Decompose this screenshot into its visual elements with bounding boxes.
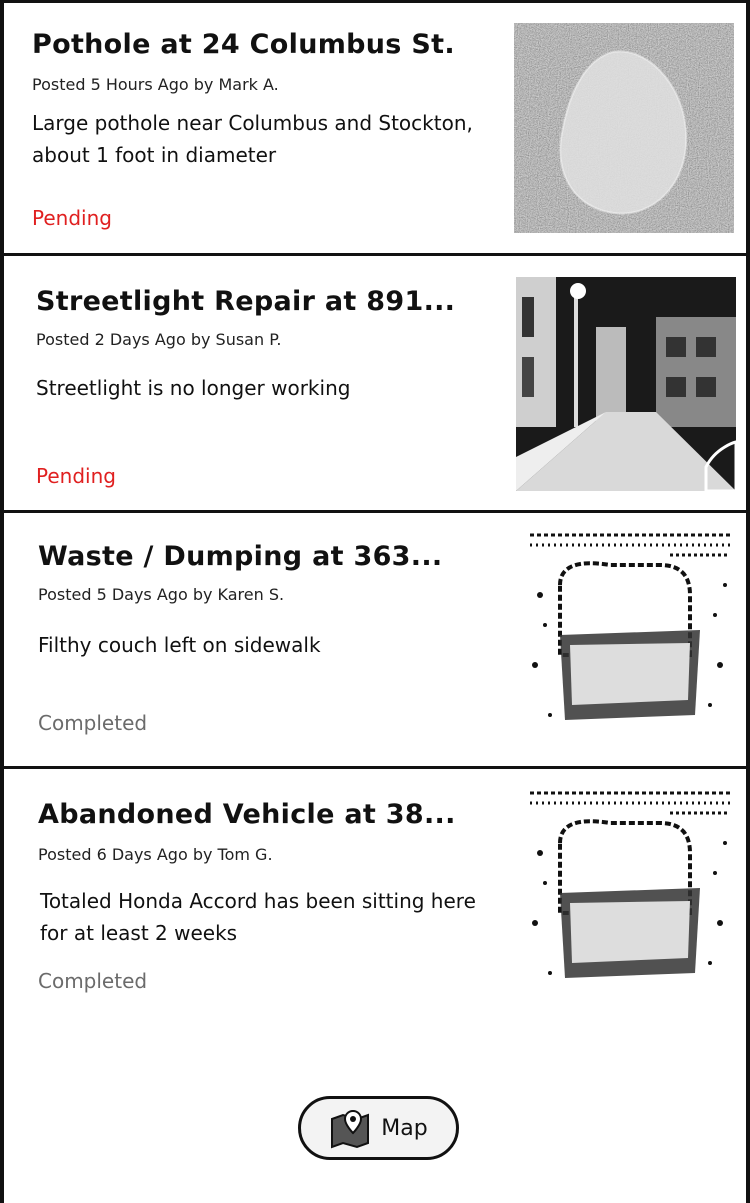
streetlight-image	[516, 277, 736, 491]
map-button-label: Map	[381, 1115, 428, 1141]
status-completed: Completed	[38, 711, 148, 735]
map-pin-icon	[331, 1109, 370, 1149]
couch-image	[520, 783, 740, 997]
report-description: Streetlight is no longer working	[36, 376, 351, 400]
report-meta: Posted 5 Days Ago by Karen S.	[38, 585, 285, 604]
couch-image	[520, 525, 740, 739]
report-list-screen: Pothole at 24 Columbus St. Posted 5 Hour…	[0, 0, 750, 1203]
pothole-photo	[514, 23, 734, 233]
report-description: Filthy couch left on sidewalk	[38, 633, 321, 657]
streetlight-photo	[516, 277, 736, 491]
report-meta: Posted 5 Hours Ago by Mark A.	[32, 75, 279, 94]
report-card[interactable]: Abandoned Vehicle at 38... Posted 6 Days…	[4, 766, 746, 1026]
report-card[interactable]: Pothole at 24 Columbus St. Posted 5 Hour…	[4, 0, 746, 253]
report-card[interactable]: Waste / Dumping at 363... Posted 5 Days …	[4, 510, 746, 766]
pothole-image	[514, 23, 734, 233]
report-title: Streetlight Repair at 891...	[36, 286, 456, 317]
couch-photo	[520, 783, 740, 997]
report-meta: Posted 6 Days Ago by Tom G.	[38, 845, 273, 864]
status-pending: Pending	[32, 206, 112, 230]
report-title: Waste / Dumping at 363...	[38, 541, 443, 572]
status-completed: Completed	[38, 969, 148, 993]
report-description: Large pothole near Columbus and Stockton…	[32, 111, 473, 167]
report-card[interactable]: Streetlight Repair at 891... Posted 2 Da…	[4, 253, 746, 510]
couch-photo	[520, 525, 740, 739]
map-button[interactable]: Map	[298, 1096, 459, 1160]
report-title: Pothole at 24 Columbus St.	[32, 29, 455, 60]
report-title: Abandoned Vehicle at 38...	[38, 799, 456, 830]
report-description: Totaled Honda Accord has been sitting he…	[40, 889, 476, 945]
report-meta: Posted 2 Days Ago by Susan P.	[36, 330, 282, 349]
status-pending: Pending	[36, 464, 116, 488]
